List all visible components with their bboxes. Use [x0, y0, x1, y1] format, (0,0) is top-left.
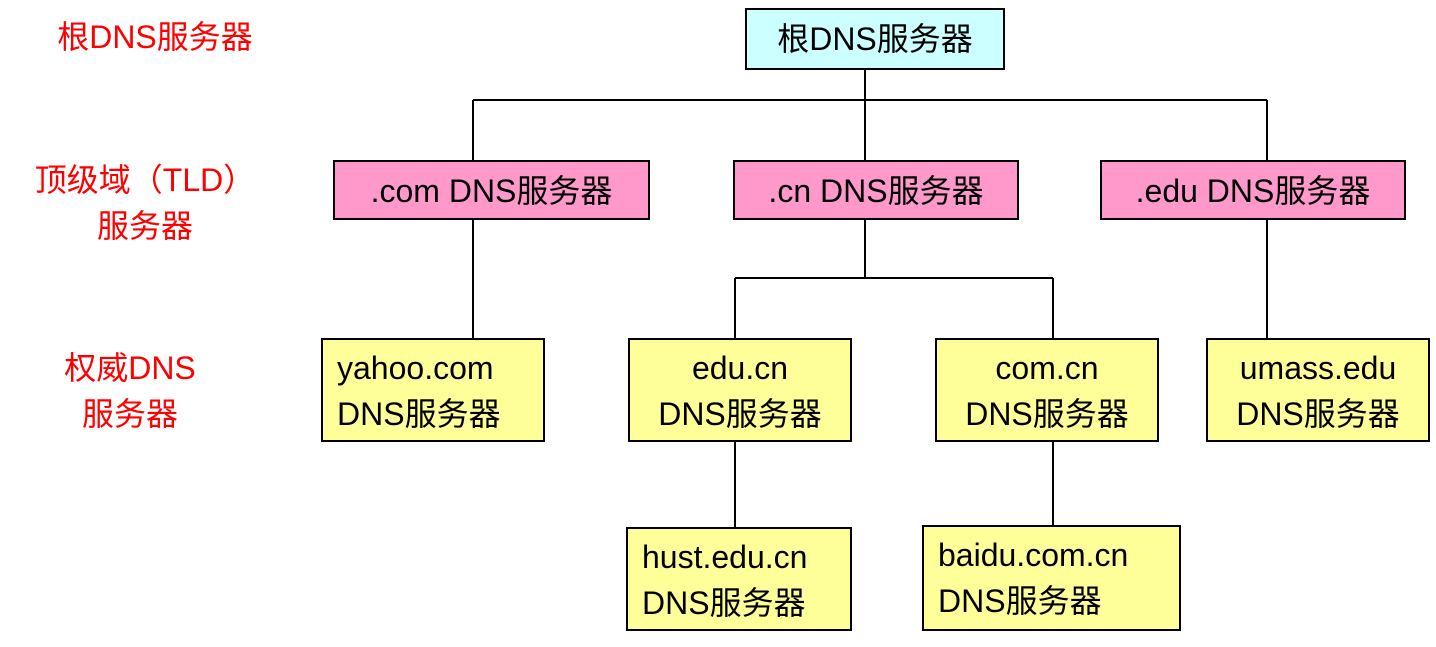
dns-hierarchy-diagram: 根DNS服务器 顶级域（TLD） 服务器 权威DNS 服务器 根DNS服务器 .… — [0, 0, 1436, 647]
node-root-label: 根DNS服务器 — [777, 21, 973, 57]
node-yahoo-line1: yahoo.com — [337, 350, 494, 386]
node-baidu-authoritative-server: baidu.com.cn DNS服务器 — [922, 525, 1181, 631]
node-comcn-authoritative-server: com.cn DNS服务器 — [935, 338, 1159, 442]
node-com-tld-server: .com DNS服务器 — [333, 160, 650, 220]
label-tld-level-line2: 服务器 — [96, 208, 193, 244]
node-umass-line2: DNS服务器 — [1236, 396, 1400, 432]
node-baidu-line1: baidu.com.cn — [938, 537, 1129, 573]
label-authoritative-level: 权威DNS 服务器 — [30, 345, 230, 437]
node-edu-tld-server: .edu DNS服务器 — [1100, 160, 1406, 220]
node-educn-authoritative-server: edu.cn DNS服务器 — [628, 338, 852, 442]
label-authoritative-level-line1: 权威DNS — [64, 350, 196, 386]
label-root-level: 根DNS服务器 — [30, 14, 280, 60]
node-yahoo-authoritative-server: yahoo.com DNS服务器 — [321, 338, 545, 442]
node-hust-authoritative-server: hust.edu.cn DNS服务器 — [626, 527, 852, 631]
node-com-label: .com DNS服务器 — [370, 173, 613, 209]
label-tld-level-line1: 顶级域（TLD） — [34, 162, 256, 198]
label-root-level-line1: 根DNS服务器 — [57, 19, 253, 55]
node-yahoo-line2: DNS服务器 — [337, 396, 501, 432]
node-educn-line1: edu.cn — [691, 350, 789, 386]
label-authoritative-level-line2: 服务器 — [81, 396, 178, 432]
node-baidu-line2: DNS服务器 — [938, 583, 1102, 619]
node-educn-line2: DNS服务器 — [658, 396, 822, 432]
node-umass-authoritative-server: umass.edu DNS服务器 — [1206, 338, 1430, 442]
node-hust-line2: DNS服务器 — [642, 585, 806, 621]
node-edu-label: .edu DNS服务器 — [1135, 173, 1371, 209]
label-tld-level: 顶级域（TLD） 服务器 — [10, 157, 280, 249]
node-hust-line1: hust.edu.cn — [642, 539, 808, 575]
node-cn-label: .cn DNS服务器 — [768, 173, 984, 209]
node-root-dns-server: 根DNS服务器 — [745, 8, 1005, 70]
node-comcn-line2: DNS服务器 — [965, 396, 1129, 432]
node-umass-line1: umass.edu — [1239, 350, 1397, 386]
node-comcn-line1: com.cn — [995, 350, 1099, 386]
node-cn-tld-server: .cn DNS服务器 — [733, 160, 1019, 220]
